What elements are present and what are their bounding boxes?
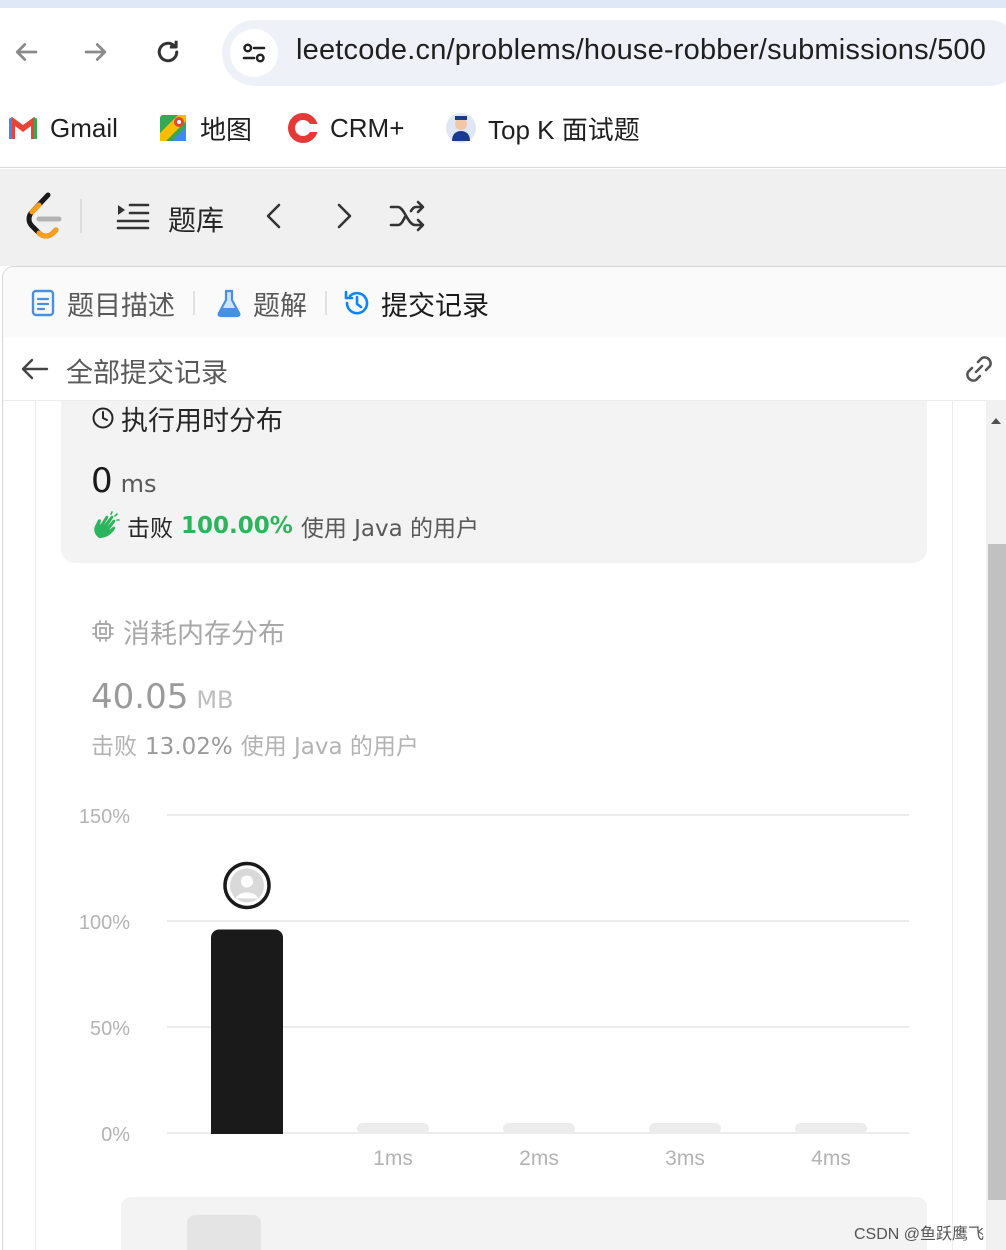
x-tick-label: 1ms [373,1147,413,1170]
bookmark-crm[interactable]: CRM+ [286,108,404,148]
tab-label: 提交记录 [381,290,489,322]
submission-detail: 执行用时分布 0 ms 击败 100.00% 使用 Java 的用户 消耗内存分布… [3,401,1006,1250]
bar [649,1123,721,1134]
submission-subheader: 全部提交记录 [3,337,1006,401]
chevron-left-icon[interactable] [258,199,292,233]
arrow-right-icon [84,43,107,61]
bar-base [211,1123,283,1134]
bar [211,929,283,1134]
tab-solutions[interactable]: 题解 [215,285,307,322]
url-text: leetcode.cn/problems/house-robber/submis… [296,34,987,66]
tab-label: 题解 [253,290,307,322]
gmail-icon [6,111,40,145]
code-language-placeholder [187,1215,261,1250]
problem-list-icon[interactable] [116,201,150,231]
watermark: CSDN @鱼跃鹰飞 [854,1226,985,1243]
tab-label: 题目描述 [67,290,175,322]
panel-tabs: 题目描述 题解 提交记录 [3,267,1006,337]
scroll-thumb[interactable] [988,544,1006,1200]
tab-submissions[interactable]: 提交记录 [343,285,489,322]
site-settings-button[interactable] [230,29,278,77]
bookmark-maps[interactable]: 地图 [156,108,252,148]
arrow-left-icon [15,43,38,61]
avatar-head [241,875,253,888]
crm-icon [286,111,320,145]
maps-icon [156,111,190,145]
tab-separator [325,291,327,315]
bar [795,1123,867,1134]
header-divider [80,199,82,233]
arrow-left-icon[interactable] [19,353,51,385]
x-tick-label: 2ms [519,1147,559,1170]
bookmark-label: CRM+ [330,112,405,143]
bar [357,1123,429,1134]
browser-top-strip [0,0,1006,8]
y-tick-label: 150% [79,806,130,828]
runtime-distribution-chart: 0% 50% 100% 150% 1ms 2ms 3ms 4ms [79,806,909,1170]
topk-icon [444,111,478,145]
bookmark-label: Top K 面试题 [488,114,640,145]
y-tick-label: 50% [90,1018,130,1040]
shuffle-icon[interactable] [388,199,426,233]
back-button[interactable] [6,32,46,72]
bookmark-topk[interactable]: Top K 面试题 [444,108,640,148]
tune-icon [242,43,266,63]
tab-description[interactable]: 题目描述 [29,285,175,322]
all-submissions-title[interactable]: 全部提交记录 [66,351,228,390]
x-tick-label: 4ms [811,1147,851,1170]
address-bar[interactable]: leetcode.cn/problems/house-robber/submis… [222,20,1006,86]
y-tick-label: 100% [79,912,130,934]
flask-icon [217,289,241,318]
reload-button[interactable] [148,32,188,72]
forward-button[interactable] [76,32,116,72]
history-icon [344,290,369,315]
tab-separator [193,291,195,315]
link-icon[interactable] [961,351,997,387]
bar [503,1123,575,1134]
y-tick-label: 0% [101,1124,130,1146]
description-icon [31,289,55,317]
bookmark-label: 地图 [200,114,253,145]
submission-panel: 题目描述 题解 提交记录 全部提交记录 执行用时分布 0 ms 击败 100.0… [2,266,1006,1250]
x-tick-label: 3ms [665,1147,705,1170]
leetcode-header: 题库 [0,169,1006,266]
browser-chrome: leetcode.cn/problems/house-robber/submis… [0,8,1006,168]
reload-icon [157,40,179,63]
chevron-right-icon[interactable] [326,199,360,233]
bookmark-label: Gmail [50,112,118,143]
problem-list-label[interactable]: 题库 [168,199,224,239]
code-preview-box [121,1197,927,1250]
scroll-up-icon[interactable] [986,410,1006,430]
leetcode-logo[interactable] [22,191,66,241]
page-scrollbar[interactable] [986,400,1006,1250]
bookmark-gmail[interactable]: Gmail [6,108,118,148]
